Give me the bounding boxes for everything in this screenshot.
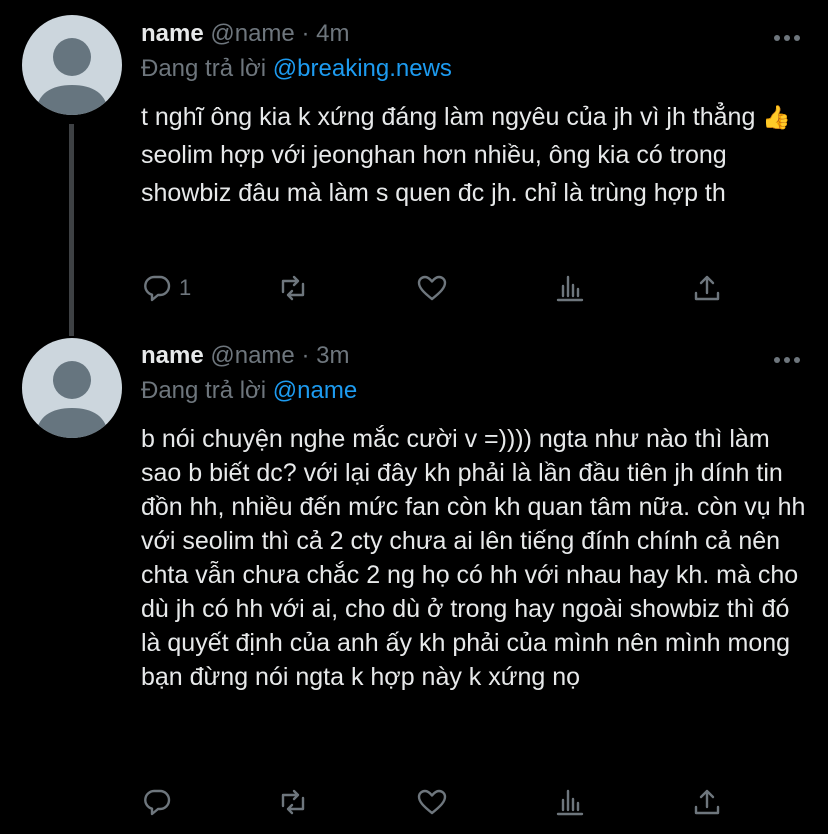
more-icon[interactable]	[773, 352, 801, 363]
separator-dot: ·	[301, 342, 310, 369]
timestamp[interactable]: 3m	[316, 342, 349, 369]
tweet-2[interactable]: name @name · 3m Đang trả lời @name b nói…	[0, 0, 828, 834]
reply-icon	[144, 789, 171, 816]
share-icon	[694, 789, 720, 815]
like-icon	[417, 789, 447, 815]
analytics-icon	[556, 789, 584, 816]
share-button[interactable]	[691, 785, 723, 819]
tweet-text: b nói chuyện nghe mắc cười v =)))) ngta …	[141, 425, 806, 691]
handle[interactable]: @name	[210, 342, 294, 369]
avatar[interactable]	[22, 338, 122, 438]
like-button[interactable]	[416, 785, 448, 819]
reply-button[interactable]	[141, 785, 179, 819]
replying-to-label: Đang trả lời	[141, 377, 267, 404]
retweet-button[interactable]	[277, 785, 309, 819]
replying-to: Đang trả lời @name	[141, 376, 357, 406]
retweet-icon	[281, 789, 305, 815]
display-name[interactable]: name	[141, 342, 204, 369]
mention-link[interactable]: @name	[273, 377, 357, 404]
analytics-button[interactable]	[554, 785, 586, 819]
tweet-actions	[141, 785, 741, 819]
default-avatar-icon	[36, 361, 108, 438]
tweet-header: name @name · 3m	[141, 341, 349, 371]
